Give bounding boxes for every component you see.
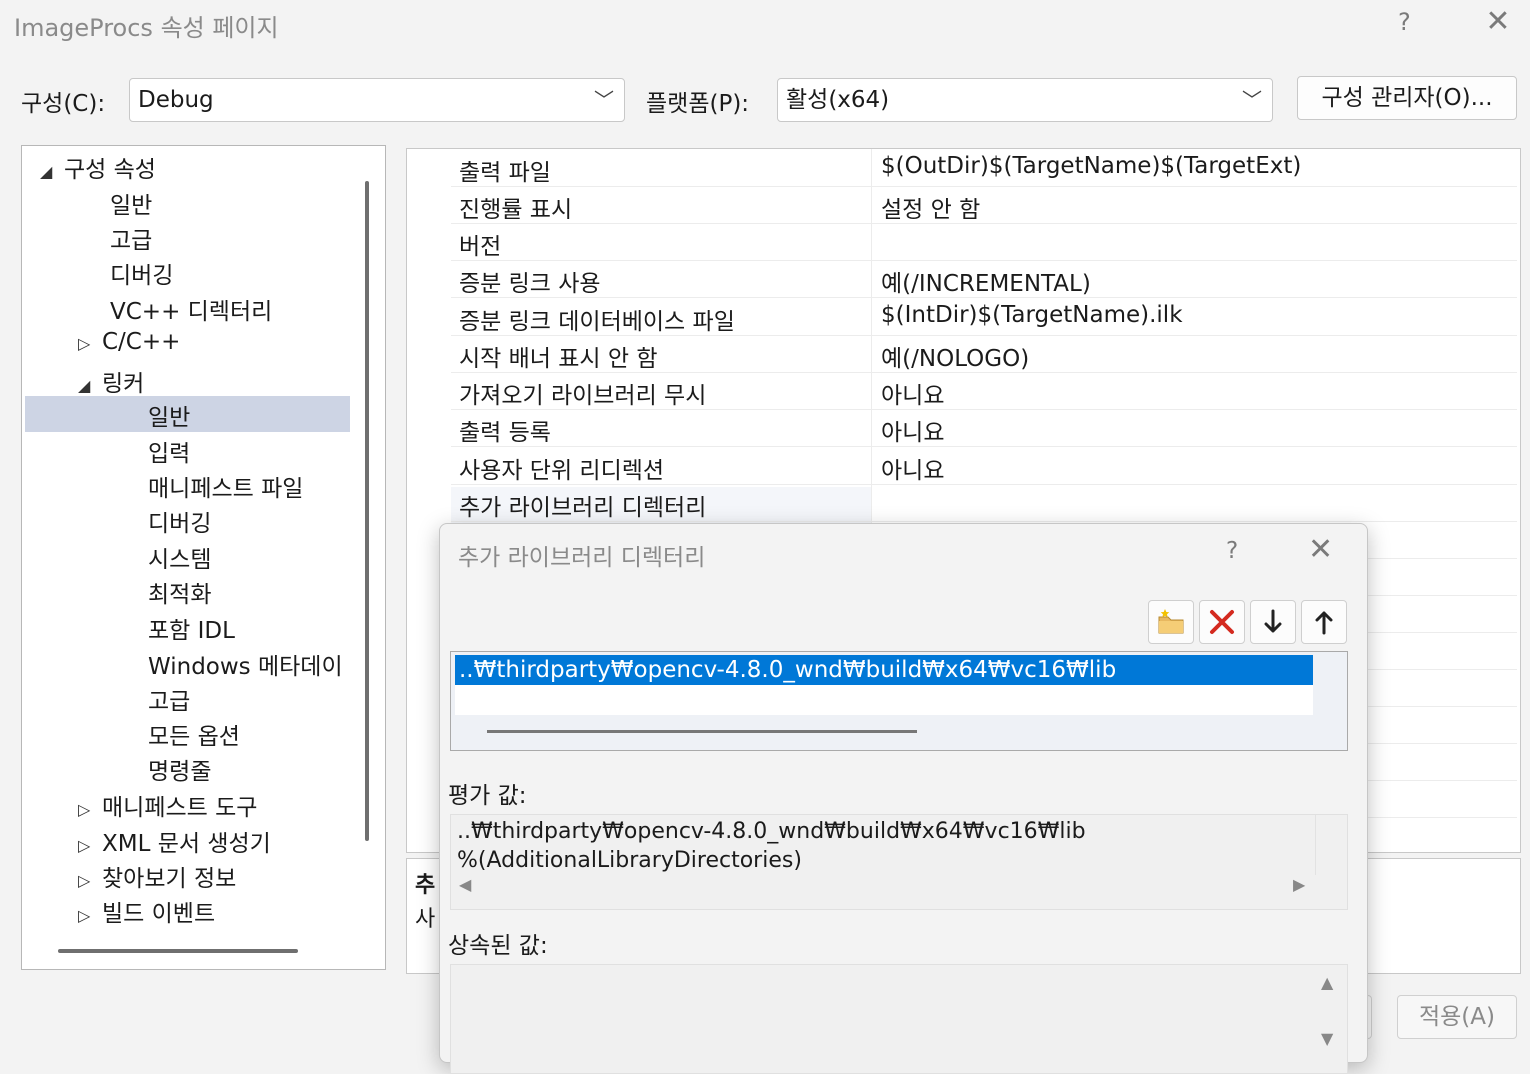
grid-row[interactable]: 진행률 표시 설정 안 함 bbox=[451, 186, 1517, 224]
arrow-up-icon bbox=[1315, 611, 1333, 635]
tree-item-advanced[interactable]: 고급 bbox=[110, 221, 152, 255]
config-manager-button[interactable]: 구성 관리자(O)... bbox=[1297, 76, 1517, 120]
tree-item-linker-command-line[interactable]: 명령줄 bbox=[148, 752, 211, 786]
expand-arrow-icon[interactable]: ▷ bbox=[78, 906, 102, 925]
collapse-arrow-icon[interactable]: ◢ bbox=[40, 162, 64, 181]
platform-value: 활성(x64) bbox=[786, 87, 890, 113]
expand-arrow-icon[interactable]: ▷ bbox=[78, 800, 102, 819]
tree-item-xml-doc[interactable]: ▷ XML 문서 생성기 bbox=[78, 824, 271, 858]
directory-list-content: ..₩thirdparty₩opencv-4.8.0_wnd₩build₩x64… bbox=[455, 655, 1313, 715]
tree-item-build-events[interactable]: ▷ 빌드 이벤트 bbox=[78, 894, 215, 928]
tree-item-debugging[interactable]: 디버깅 bbox=[110, 256, 173, 290]
window-title: ImageProcs 속성 페이지 bbox=[14, 14, 279, 42]
tree-item-linker[interactable]: ◢ 링커 bbox=[78, 364, 144, 398]
move-up-button[interactable] bbox=[1301, 600, 1347, 644]
tree-item-linker-embedded-idl[interactable]: 포함 IDL bbox=[148, 611, 235, 645]
config-dropdown[interactable]: Debug ﹀ bbox=[129, 78, 625, 122]
grid-row[interactable]: 출력 파일 $(OutDir)$(TargetName)$(TargetExt) bbox=[451, 149, 1517, 187]
tree-item-general[interactable]: 일반 bbox=[110, 186, 152, 220]
grid-row[interactable]: 증분 링크 데이터베이스 파일 $(IntDir)$(TargetName).il… bbox=[451, 298, 1517, 336]
eval-separator bbox=[1315, 815, 1316, 875]
apply-button[interactable]: 적용(A) bbox=[1397, 995, 1517, 1039]
platform-label: 플랫폼(P): bbox=[646, 91, 750, 117]
directory-list[interactable]: ..₩thirdparty₩opencv-4.8.0_wnd₩build₩x64… bbox=[450, 651, 1348, 751]
platform-dropdown[interactable]: 활성(x64) ﹀ bbox=[777, 78, 1273, 122]
collapse-arrow-icon[interactable]: ◢ bbox=[78, 376, 102, 395]
expand-arrow-icon[interactable]: ▷ bbox=[78, 871, 102, 890]
dialog-title: 추가 라이브러리 디렉터리 bbox=[458, 545, 706, 571]
chevron-down-icon: ﹀ bbox=[594, 88, 614, 112]
delete-icon bbox=[1210, 610, 1234, 634]
chevron-down-icon: ﹀ bbox=[1242, 88, 1262, 112]
tree-item-vc-directories[interactable]: VC++ 디렉터리 bbox=[110, 292, 272, 326]
close-button[interactable]: ✕ bbox=[1478, 2, 1518, 42]
tree-horizontal-scrollbar[interactable] bbox=[58, 949, 298, 953]
tree-item-linker-system[interactable]: 시스템 bbox=[148, 540, 211, 574]
evaluated-line: ..₩thirdparty₩opencv-4.8.0_wnd₩build₩x64… bbox=[457, 819, 1086, 844]
additional-library-directories-dialog: 추가 라이브러리 디렉터리 ? ✕ ..₩thirdparty₩opencv-4… bbox=[439, 523, 1368, 1074]
help-button[interactable]: ? bbox=[1398, 8, 1411, 36]
tree-vertical-scrollbar[interactable] bbox=[365, 181, 369, 841]
tree-item-browse-info[interactable]: ▷ 찾아보기 정보 bbox=[78, 859, 236, 893]
scroll-down-icon[interactable]: ▼ bbox=[1321, 1029, 1333, 1048]
tree-item-linker-advanced[interactable]: 고급 bbox=[148, 682, 190, 716]
inherited-value-label: 상속된 값: bbox=[448, 933, 548, 959]
tree-item-linker-optimization[interactable]: 최적화 bbox=[148, 575, 211, 609]
grid-row[interactable]: 사용자 단위 리디렉션 아니요 bbox=[451, 447, 1517, 485]
grid-row[interactable]: 증분 링크 사용 예(/INCREMENTAL) bbox=[451, 260, 1517, 298]
new-folder-icon bbox=[1158, 609, 1184, 634]
grid-row[interactable]: 가져오기 라이브러리 무시 아니요 bbox=[451, 372, 1517, 410]
dialog-close-button[interactable]: ✕ bbox=[1308, 532, 1333, 567]
config-label: 구성(C): bbox=[21, 91, 106, 117]
scroll-right-icon[interactable]: ▶ bbox=[1293, 875, 1305, 894]
grid-row[interactable]: 버전 bbox=[451, 223, 1517, 261]
inherited-value-box[interactable]: ▲ ▼ bbox=[450, 964, 1348, 1074]
tree-item-linker-input[interactable]: 입력 bbox=[148, 434, 190, 468]
scroll-up-icon[interactable]: ▲ bbox=[1321, 973, 1333, 992]
evaluated-line: %(AdditionalLibraryDirectories) bbox=[457, 848, 802, 872]
grid-row[interactable]: 출력 등록 아니요 bbox=[451, 409, 1517, 447]
new-line-button[interactable] bbox=[1148, 600, 1194, 644]
tree-item-linker-general[interactable]: 일반 bbox=[148, 398, 190, 432]
grid-row[interactable]: 시작 배너 표시 안 함 예(/NOLOGO) bbox=[451, 335, 1517, 373]
directory-horizontal-scrollbar[interactable] bbox=[487, 730, 917, 733]
evaluated-value-box[interactable]: ..₩thirdparty₩opencv-4.8.0_wnd₩build₩x64… bbox=[450, 814, 1348, 910]
expand-arrow-icon[interactable]: ▷ bbox=[78, 836, 102, 855]
tree-item-config-properties[interactable]: ◢ 구성 속성 bbox=[40, 150, 156, 184]
tree-item-linker-manifest[interactable]: 매니페스트 파일 bbox=[148, 469, 303, 503]
tree-item-linker-debugging[interactable]: 디버깅 bbox=[148, 504, 211, 538]
tree-item-manifest-tool[interactable]: ▷ 매니페스트 도구 bbox=[78, 788, 257, 822]
arrow-down-icon bbox=[1264, 609, 1282, 633]
expand-arrow-icon[interactable]: ▷ bbox=[78, 334, 102, 353]
scroll-left-icon[interactable]: ◀ bbox=[459, 875, 471, 894]
tree-item-cpp[interactable]: ▷ C/C++ bbox=[78, 329, 180, 355]
move-down-button[interactable] bbox=[1250, 600, 1296, 644]
tree-item-linker-windows-metadata[interactable]: Windows 메타데이 bbox=[148, 647, 348, 681]
tree-item-linker-all-options[interactable]: 모든 옵션 bbox=[148, 717, 240, 751]
property-tree[interactable]: ◢ 구성 속성 일반 고급 디버깅 VC++ 디렉터리 ▷ C/C++ ◢ 링커 일반… bbox=[21, 145, 386, 970]
grid-row[interactable]: 추가 라이브러리 디렉터리 bbox=[451, 484, 1517, 522]
dialog-help-button[interactable]: ? bbox=[1226, 538, 1238, 564]
description-body: 사 bbox=[415, 907, 436, 932]
description-title: 추 bbox=[415, 873, 436, 898]
config-value: Debug bbox=[138, 87, 214, 113]
directory-item-selected[interactable]: ..₩thirdparty₩opencv-4.8.0_wnd₩build₩x64… bbox=[455, 655, 1313, 685]
evaluated-value-label: 평가 값: bbox=[448, 783, 527, 809]
delete-line-button[interactable] bbox=[1199, 600, 1245, 644]
